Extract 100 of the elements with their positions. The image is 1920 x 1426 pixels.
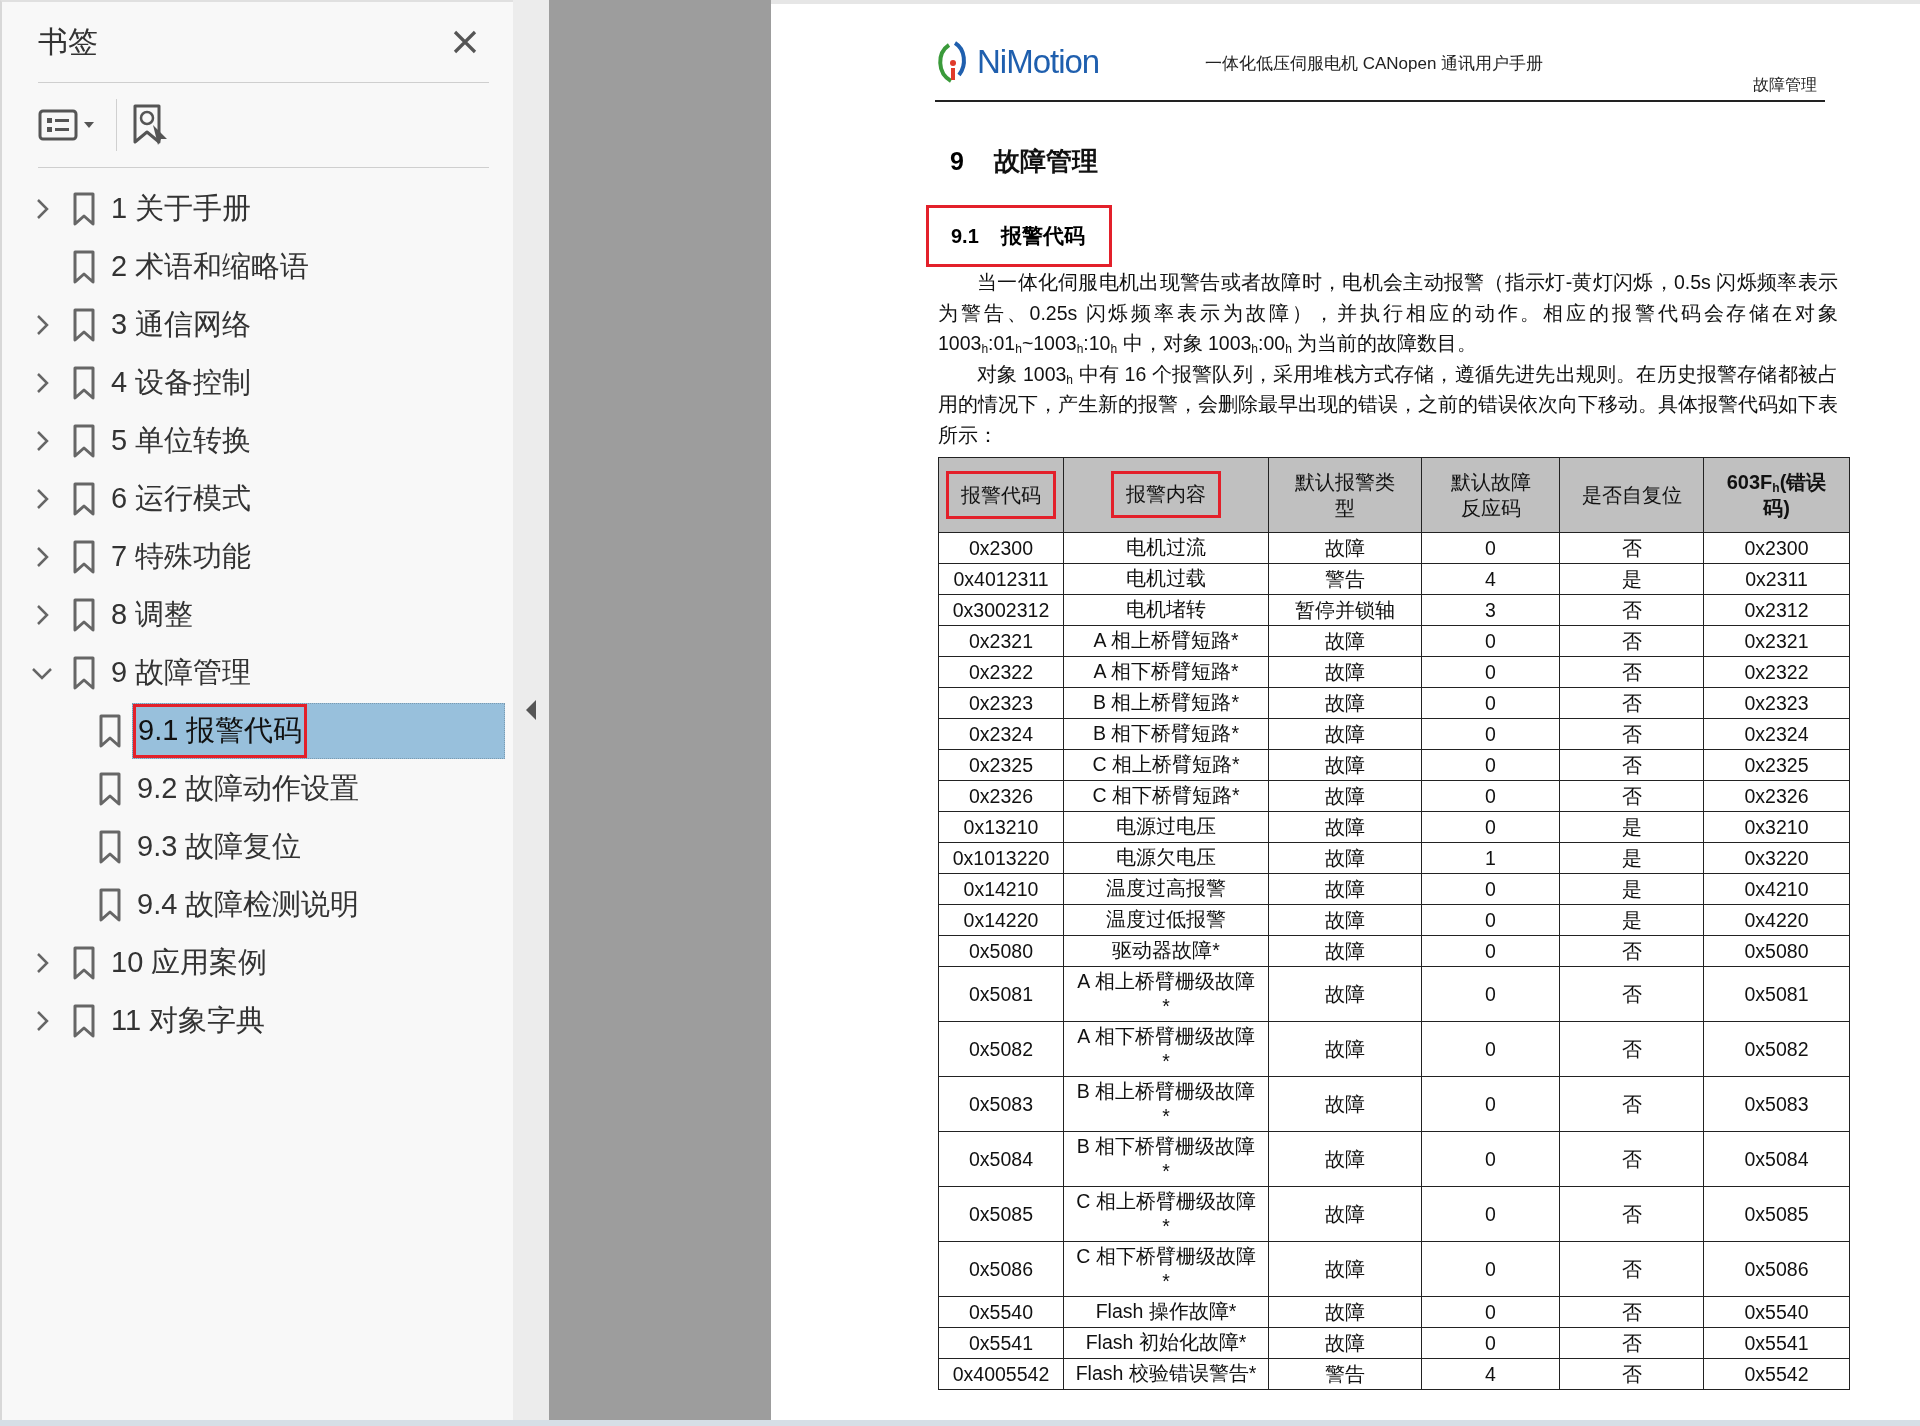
running-title: 一体化低压伺服电机 CANopen 通讯用户手册	[1205, 53, 1544, 75]
table-cell: 否	[1559, 1021, 1704, 1077]
table-cell: 0x4220	[1703, 904, 1850, 936]
bookmark-icon	[72, 598, 96, 632]
table-cell: 驱动器故障*	[1063, 935, 1269, 967]
table-cell: 0x2323	[1703, 687, 1850, 719]
table-cell: 0	[1421, 780, 1560, 812]
table-cell: 4	[1421, 1358, 1560, 1390]
collapse-arrow-icon[interactable]	[525, 699, 537, 721]
column-header: 是否自复位	[1580, 482, 1683, 508]
table-cell: 0x4210	[1703, 873, 1850, 905]
table-cell: 0x2325	[938, 749, 1064, 781]
table-cell: 否	[1559, 1131, 1704, 1187]
bookmark-item[interactable]: 1 关于手册	[106, 182, 257, 236]
table-cell: A 相上桥臂短路*	[1063, 625, 1269, 657]
bookmark-icon	[72, 366, 96, 400]
column-header: 默认故障反应码	[1449, 469, 1532, 521]
table-cell: 故障	[1268, 935, 1422, 967]
table-cell: 0x5083	[1703, 1076, 1850, 1132]
table-cell: 故障	[1268, 811, 1422, 843]
table-cell: 0x5083	[938, 1076, 1064, 1132]
table-cell: 0	[1421, 966, 1560, 1022]
table-cell: 故障	[1268, 780, 1422, 812]
bookmark-icon	[98, 772, 122, 806]
bookmark-item[interactable]: 4 设备控制	[106, 356, 257, 410]
bookmark-item[interactable]: 2 术语和缩略语	[106, 240, 315, 294]
bookmark-item[interactable]: 9.4 故障检测说明	[132, 878, 365, 932]
table-cell: 0x5086	[938, 1241, 1064, 1297]
table-cell: 0	[1421, 873, 1560, 905]
bookmark-icon	[98, 888, 122, 922]
table-cell: 0x5080	[1703, 935, 1850, 967]
body-paragraph: 对象 1003$_{h}$ 中有 16 个报警队列，采用堆栈方式存储，遵循先进先出规则。在历史报警存储都被占用的情况下，产生新的报警，会删除最早出现的错误，之前的错误依次向下移动。具体报警代码如下表所示：	[938, 361, 1838, 448]
table-cell: B 相下桥臂栅级故障*	[1063, 1131, 1269, 1187]
table-cell: 3	[1421, 594, 1560, 626]
bookmark-icon	[72, 946, 96, 980]
table-cell: 0x2323	[938, 687, 1064, 719]
bookmark-item[interactable]: 11 对象字典	[106, 994, 271, 1048]
bookmark-icon	[72, 656, 96, 690]
bookmark-item[interactable]: 3 通信网络	[106, 298, 257, 352]
table-cell: B 相下桥臂短路*	[1063, 718, 1269, 750]
column-header: 603F$_{h}$(错误码)	[1725, 469, 1828, 521]
table-cell: 温度过高报警	[1063, 873, 1269, 905]
bookmark-item[interactable]: 6 运行模式	[106, 472, 257, 526]
table-cell: A 相上桥臂栅级故障*	[1063, 966, 1269, 1022]
table-cell: 0	[1421, 1186, 1560, 1242]
table-cell: 是	[1559, 563, 1704, 595]
table-cell: 0x2321	[1703, 625, 1850, 657]
bookmark-icon	[72, 192, 96, 226]
table-cell: 0x5541	[1703, 1327, 1850, 1359]
table-cell: 0	[1421, 687, 1560, 719]
table-cell: C 相下桥臂栅级故障*	[1063, 1241, 1269, 1297]
chapter-heading: 故障管理	[993, 145, 1098, 178]
table-cell: 0	[1421, 532, 1560, 564]
table-cell: 故障	[1268, 1296, 1422, 1328]
table-cell: Flash 初始化故障*	[1063, 1327, 1269, 1359]
table-cell: 故障	[1268, 625, 1422, 657]
table-cell: 故障	[1268, 687, 1422, 719]
bookmark-item[interactable]: 10 应用案例	[106, 936, 273, 990]
table-cell: 0x2325	[1703, 749, 1850, 781]
table-cell: 0	[1421, 904, 1560, 936]
table-cell: 是	[1559, 904, 1704, 936]
table-cell: 0x5085	[938, 1186, 1064, 1242]
table-cell: 0x3220	[1703, 842, 1850, 874]
table-cell: C 相上桥臂栅级故障*	[1063, 1186, 1269, 1242]
table-cell: 故障	[1268, 1327, 1422, 1359]
table-cell: 0	[1421, 1296, 1560, 1328]
table-cell: 1	[1421, 842, 1560, 874]
bookmark-item[interactable]: 8 调整	[106, 588, 199, 642]
table-cell: 电源欠电压	[1063, 842, 1269, 874]
table-cell: 4	[1421, 563, 1560, 595]
table-cell: 0	[1421, 935, 1560, 967]
bookmark-item[interactable]: 5 单位转换	[106, 414, 257, 468]
table-cell: 0x3002312	[938, 594, 1064, 626]
bookmark-icon	[98, 830, 122, 864]
bookmark-item[interactable]: 9 故障管理	[106, 646, 257, 700]
table-cell: 电机过流	[1063, 532, 1269, 564]
table-cell: 0	[1421, 1241, 1560, 1297]
chapter-tag: 故障管理	[1753, 75, 1825, 100]
bookmark-icon	[72, 250, 96, 284]
table-cell: 故障	[1268, 873, 1422, 905]
table-cell: 0x2311	[1703, 563, 1850, 595]
table-cell: 是	[1559, 811, 1704, 843]
table-cell: 否	[1559, 749, 1704, 781]
table-cell: 0	[1421, 625, 1560, 657]
table-cell: 否	[1559, 966, 1704, 1022]
table-cell: 0x2321	[938, 625, 1064, 657]
bookmark-icon	[72, 540, 96, 574]
table-cell: 0	[1421, 811, 1560, 843]
close-icon[interactable]	[451, 28, 479, 56]
table-cell: 0	[1421, 718, 1560, 750]
bookmark-item[interactable]: 9.3 故障复位	[132, 820, 307, 874]
bookmark-item[interactable]: 7 特殊功能	[106, 530, 257, 584]
bookmark-item[interactable]: 9.2 故障动作设置	[132, 762, 365, 816]
bookmark-item[interactable]: 9.1 报警代码	[133, 704, 308, 758]
table-cell: 故障	[1268, 749, 1422, 781]
table-cell: 否	[1559, 594, 1704, 626]
table-cell: 否	[1559, 780, 1704, 812]
table-cell: 0x4005542	[938, 1358, 1064, 1390]
table-cell: 0x5080	[938, 935, 1064, 967]
table-cell: 否	[1559, 687, 1704, 719]
